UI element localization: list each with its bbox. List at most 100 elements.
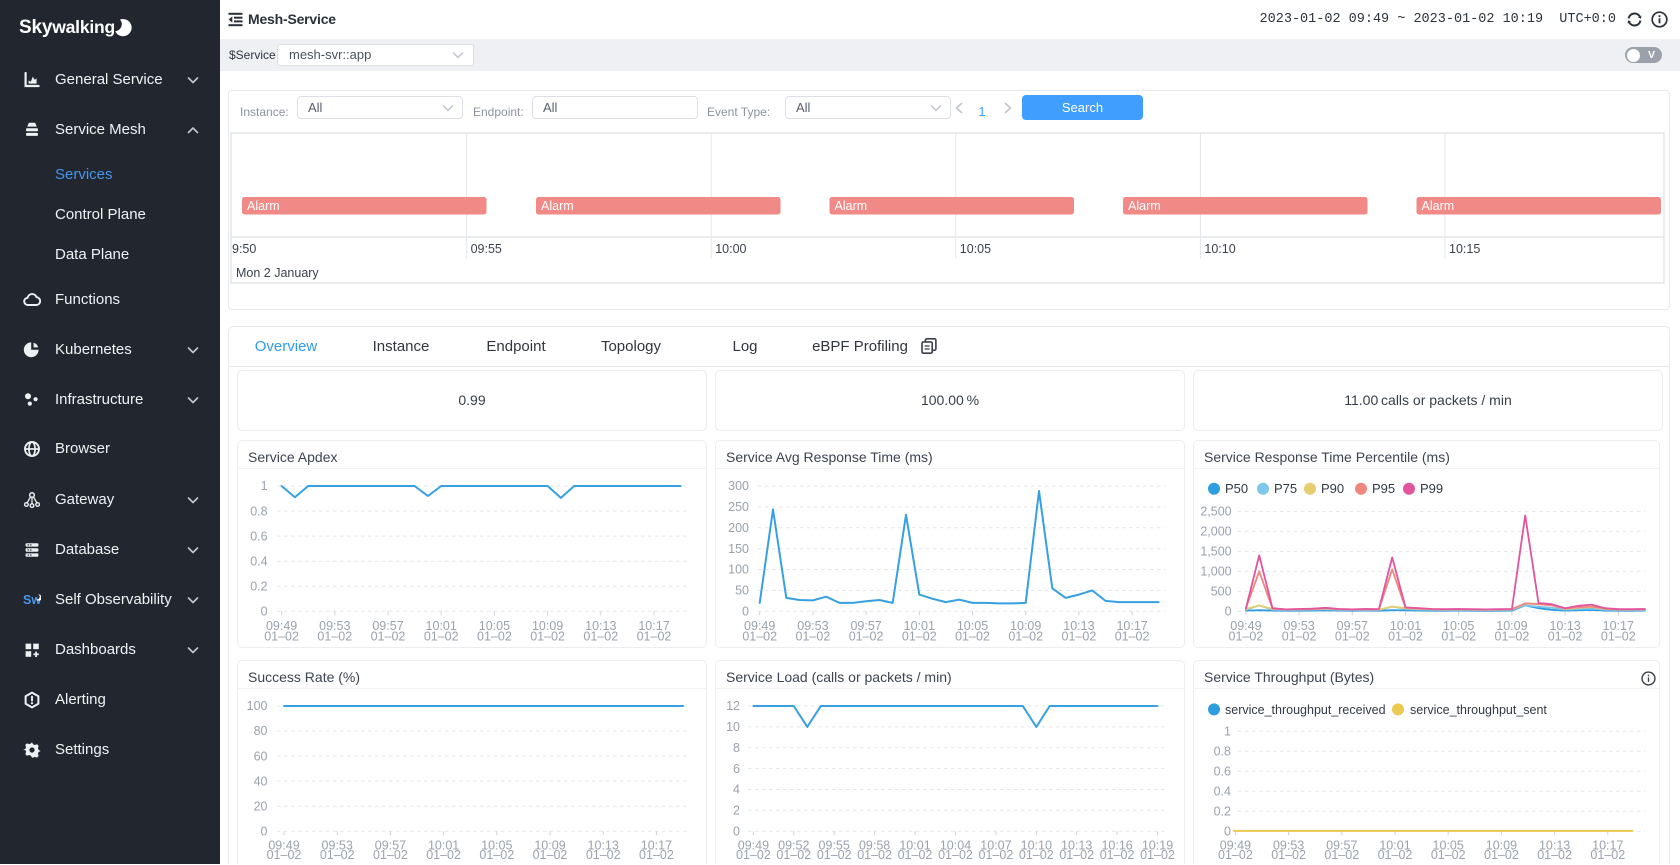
svg-text:01–02: 01–02 — [1484, 848, 1519, 862]
svg-text:Alarm: Alarm — [1422, 199, 1455, 213]
svg-text:01–02: 01–02 — [320, 848, 355, 862]
svg-text:Alarm: Alarm — [247, 199, 280, 213]
svg-text:6: 6 — [733, 762, 740, 776]
svg-text:01–02: 01–02 — [898, 848, 933, 862]
svg-text:01–02: 01–02 — [776, 848, 811, 862]
svg-text:10:05: 10:05 — [960, 242, 991, 256]
svg-text:150: 150 — [728, 542, 749, 556]
svg-text:20: 20 — [254, 799, 268, 813]
svg-text:12: 12 — [726, 699, 740, 713]
svg-text:Alarm: Alarm — [541, 199, 574, 213]
svg-text:9:50: 9:50 — [232, 242, 256, 256]
svg-text:10:15: 10:15 — [1449, 242, 1480, 256]
svg-text:2,000: 2,000 — [1200, 525, 1231, 539]
svg-text:4: 4 — [733, 783, 740, 797]
svg-text:Alarm: Alarm — [1128, 199, 1161, 213]
svg-text:01–02: 01–02 — [742, 629, 777, 643]
svg-text:01–02: 01–02 — [902, 629, 937, 643]
svg-text:01–02: 01–02 — [373, 848, 408, 862]
svg-text:10:00: 10:00 — [715, 242, 746, 256]
svg-text:01–02: 01–02 — [1548, 629, 1583, 643]
svg-text:01–02: 01–02 — [1431, 848, 1466, 862]
svg-text:1: 1 — [1224, 725, 1231, 739]
svg-text:01–02: 01–02 — [817, 848, 852, 862]
svg-text:0.4: 0.4 — [1214, 785, 1231, 799]
svg-text:01–02: 01–02 — [1601, 629, 1636, 643]
svg-text:8: 8 — [733, 741, 740, 755]
svg-text:P90: P90 — [1321, 481, 1344, 496]
svg-text:0: 0 — [1225, 605, 1232, 619]
svg-text:01–02: 01–02 — [1495, 629, 1530, 643]
svg-text:P95: P95 — [1372, 481, 1395, 496]
svg-text:P50: P50 — [1225, 481, 1248, 496]
svg-text:10:10: 10:10 — [1204, 242, 1235, 256]
svg-text:01–02: 01–02 — [1100, 848, 1135, 862]
svg-text:0: 0 — [261, 605, 268, 619]
svg-text:01–02: 01–02 — [1335, 629, 1370, 643]
svg-text:01–02: 01–02 — [796, 629, 831, 643]
svg-text:01–02: 01–02 — [938, 848, 973, 862]
svg-text:100: 100 — [247, 699, 268, 713]
svg-text:0.8: 0.8 — [250, 504, 267, 518]
svg-text:01–02: 01–02 — [1441, 629, 1476, 643]
svg-text:0.6: 0.6 — [250, 529, 267, 543]
svg-text:0.2: 0.2 — [250, 579, 267, 593]
svg-text:0: 0 — [742, 605, 749, 619]
svg-text:01–02: 01–02 — [533, 848, 568, 862]
svg-text:0: 0 — [733, 824, 740, 838]
svg-text:01–02: 01–02 — [586, 848, 621, 862]
svg-text:01–02: 01–02 — [530, 629, 565, 643]
svg-text:1,500: 1,500 — [1200, 545, 1231, 559]
svg-text:1,000: 1,000 — [1200, 565, 1231, 579]
svg-text:500: 500 — [1211, 585, 1232, 599]
svg-text:Alarm: Alarm — [835, 199, 868, 213]
svg-text:service_throughput_received: service_throughput_received — [1225, 703, 1386, 717]
svg-text:0.2: 0.2 — [1214, 805, 1231, 819]
svg-text:2: 2 — [733, 804, 740, 818]
svg-text:60: 60 — [254, 749, 268, 763]
svg-text:01–02: 01–02 — [264, 629, 299, 643]
svg-text:01–02: 01–02 — [849, 629, 884, 643]
svg-text:250: 250 — [728, 500, 749, 514]
svg-text:01–02: 01–02 — [1140, 848, 1175, 862]
svg-text:01–02: 01–02 — [426, 848, 461, 862]
svg-text:01–02: 01–02 — [424, 629, 459, 643]
svg-text:0: 0 — [261, 824, 268, 838]
svg-text:01–02: 01–02 — [1008, 629, 1043, 643]
svg-text:P75: P75 — [1274, 481, 1297, 496]
svg-text:01–02: 01–02 — [1388, 629, 1423, 643]
svg-text:01–02: 01–02 — [1378, 848, 1413, 862]
svg-text:Mon 2 January: Mon 2 January — [236, 266, 319, 280]
svg-text:0: 0 — [1224, 825, 1231, 839]
svg-text:01–02: 01–02 — [639, 848, 674, 862]
svg-text:01–02: 01–02 — [317, 629, 352, 643]
svg-text:service_throughput_sent: service_throughput_sent — [1410, 703, 1547, 717]
svg-text:01–02: 01–02 — [371, 629, 406, 643]
svg-text:0.6: 0.6 — [1214, 765, 1231, 779]
svg-text:0.8: 0.8 — [1214, 745, 1231, 759]
svg-text:01–02: 01–02 — [1537, 848, 1572, 862]
svg-text:1: 1 — [261, 479, 268, 493]
svg-text:01–02: 01–02 — [267, 848, 302, 862]
svg-text:01–02: 01–02 — [979, 848, 1014, 862]
svg-text:01–02: 01–02 — [857, 848, 892, 862]
svg-text:01–02: 01–02 — [1059, 848, 1094, 862]
svg-text:01–02: 01–02 — [479, 848, 514, 862]
svg-text:10: 10 — [726, 720, 740, 734]
svg-text:09:55: 09:55 — [471, 242, 502, 256]
svg-text:01–02: 01–02 — [1062, 629, 1097, 643]
svg-text:01–02: 01–02 — [1115, 629, 1150, 643]
svg-text:01–02: 01–02 — [736, 848, 771, 862]
svg-text:01–02: 01–02 — [1324, 848, 1359, 862]
svg-text:80: 80 — [254, 724, 268, 738]
svg-text:40: 40 — [254, 774, 268, 788]
svg-text:01–02: 01–02 — [1218, 848, 1253, 862]
svg-text:200: 200 — [728, 521, 749, 535]
svg-text:50: 50 — [735, 584, 749, 598]
svg-text:01–02: 01–02 — [637, 629, 672, 643]
svg-text:01–02: 01–02 — [583, 629, 618, 643]
svg-text:01–02: 01–02 — [1590, 848, 1625, 862]
svg-text:01–02: 01–02 — [1229, 629, 1264, 643]
svg-text:01–02: 01–02 — [955, 629, 990, 643]
svg-text:01–02: 01–02 — [477, 629, 512, 643]
